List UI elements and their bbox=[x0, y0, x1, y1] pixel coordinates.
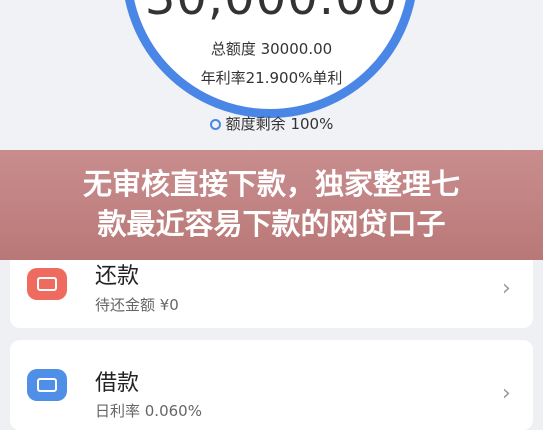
remaining-quota: 额度剩余 100% bbox=[0, 113, 543, 134]
borrow-card-icon bbox=[27, 369, 67, 401]
banner-title-line-1: 无审核直接下款，独家整理七 bbox=[82, 167, 460, 201]
banner-title: 无审核直接下款，独家整理七 款最近容易下款的网贷口子 bbox=[30, 164, 513, 244]
overlay-banner: 无审核直接下款，独家整理七 款最近容易下款的网贷口子 bbox=[0, 150, 543, 260]
remaining-quota-label: 额度剩余 100% bbox=[225, 115, 334, 133]
repay-title: 还款 bbox=[95, 264, 140, 289]
quota-panel: 30,000.00 总额度 30000.00 年利率21.900%单利 额度剩余… bbox=[0, 0, 543, 150]
remaining-dot-icon bbox=[209, 119, 221, 130]
borrow-subtitle: 日利率 0.060% bbox=[95, 402, 202, 420]
borrow-title: 借款 bbox=[95, 371, 140, 396]
quota-amount: 30,000.00 bbox=[0, 0, 543, 26]
chevron-right-icon[interactable]: › bbox=[502, 381, 511, 406]
annual-rate-label: 年利率21.900%单利 bbox=[200, 69, 343, 87]
borrow-card[interactable] bbox=[10, 340, 533, 430]
repay-card-icon bbox=[27, 268, 67, 300]
chevron-right-icon[interactable]: › bbox=[502, 276, 511, 301]
repay-subtitle: 待还金额 ¥0 bbox=[95, 296, 179, 314]
total-quota-label: 总额度 30000.00 bbox=[210, 40, 333, 58]
banner-title-line-2: 款最近容易下款的网贷口子 bbox=[97, 207, 446, 241]
repay-card[interactable] bbox=[10, 250, 533, 328]
